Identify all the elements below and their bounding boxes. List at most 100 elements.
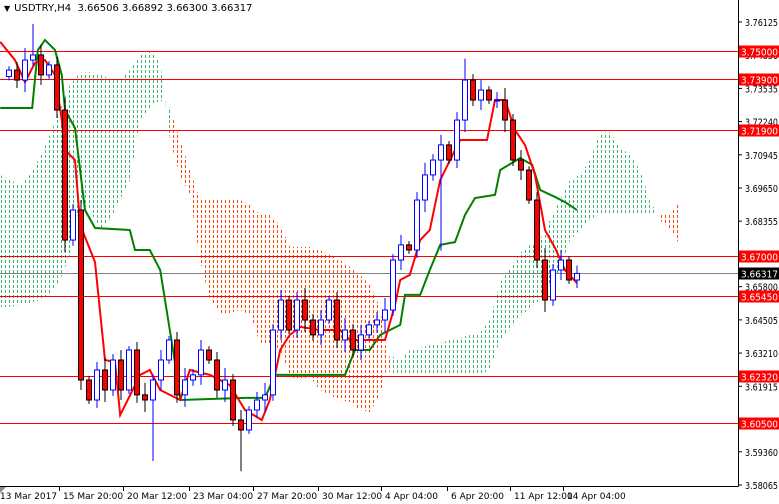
candle-body [382, 309, 388, 321]
candle-body [302, 299, 308, 321]
candle-body [494, 99, 500, 102]
cloud-segment-bearish [670, 200, 680, 245]
cloud-segment-bullish [620, 146, 630, 215]
candle-body [230, 379, 236, 421]
bearish-candle [534, 192, 540, 268]
cloud-segment-bullish [410, 347, 420, 375]
candle-body [318, 319, 324, 336]
candle-body [254, 399, 260, 411]
candle-body [398, 244, 404, 261]
y-tick-label: 3.61915 [745, 382, 778, 393]
bullish-candle [70, 204, 76, 246]
candle-body [14, 69, 20, 81]
dropdown-triangle-icon[interactable]: ▼ [4, 4, 10, 13]
x-tick-label: 30 Mar 12:00 [322, 492, 382, 502]
y-tick-label: 3.63210 [745, 349, 778, 360]
candle-body [558, 259, 564, 271]
level-label: 3.65450 [741, 293, 778, 304]
bullish-candle [270, 324, 276, 401]
candle-body [566, 259, 572, 281]
candle-body [470, 79, 476, 101]
candle-body [238, 419, 244, 431]
chart-window[interactable]: 3.761253.748303.735353.722403.709453.696… [0, 0, 779, 504]
cloud-segment-bullish [420, 344, 430, 375]
cloud-segment-bullish [600, 132, 610, 215]
bullish-candle [462, 58, 468, 133]
cloud-segment-bearish [660, 214, 670, 231]
candle-body [294, 299, 300, 331]
candle-body [478, 89, 484, 101]
bearish-candle [86, 376, 92, 404]
candle-body [6, 69, 12, 77]
candle-body [62, 109, 68, 241]
bullish-candle [454, 112, 460, 168]
x-tick-label: 20 Mar 12:00 [127, 492, 187, 502]
cloud-segment-bullish [510, 253, 520, 331]
cloud-segment-bullish [450, 337, 460, 375]
x-tick-label: 27 Mar 20:00 [257, 492, 317, 502]
cloud-segment-bullish [610, 132, 620, 215]
cloud-segment-bullish [460, 334, 470, 375]
candle-body [70, 209, 76, 241]
bearish-candle [510, 114, 516, 166]
cloud-segment-bullish [30, 156, 40, 304]
candle-body [86, 379, 92, 401]
cloud-segment-bullish [640, 170, 650, 215]
candle-body [134, 349, 140, 396]
candle-body [46, 64, 52, 76]
candle-body [286, 299, 292, 331]
bearish-candle [214, 352, 220, 398]
bearish-candle [230, 374, 236, 426]
candle-body [214, 359, 220, 391]
bullish-candle [254, 392, 260, 418]
x-tick-label: 6 Apr 20:00 [451, 492, 504, 502]
cloud-segment-bearish [260, 214, 270, 344]
bearish-candle [566, 256, 572, 284]
x-tick-label: 15 Mar 20:00 [63, 492, 123, 502]
candle-body [574, 272, 580, 281]
candle-body [462, 79, 468, 121]
level-label: 3.75000 [741, 48, 778, 59]
bearish-candle [54, 56, 60, 119]
candle-body [358, 334, 364, 351]
bearish-candle [406, 241, 412, 254]
cloud-segment-bullish [650, 200, 660, 221]
candle-body [446, 144, 452, 161]
bearish-candle [526, 166, 532, 204]
bullish-candle [414, 192, 420, 258]
candle-body [150, 379, 156, 401]
cloud-segment-bullish [10, 180, 20, 307]
candle-body [502, 99, 508, 121]
bearish-candle [174, 332, 180, 403]
bullish-candle [166, 336, 172, 364]
bearish-candle [118, 349, 124, 400]
bearish-candle [206, 346, 212, 364]
level-label: 3.62320 [741, 373, 778, 384]
cloud-segment-bullish [400, 349, 410, 375]
price-chart[interactable]: 3.761253.748303.735353.722403.709453.696… [0, 0, 779, 504]
cloud-segment-bearish [200, 200, 210, 301]
cloud-segment-bearish [170, 108, 180, 175]
candle-body [158, 359, 164, 381]
candle-body [262, 394, 268, 401]
cloud-segment-bullish [520, 244, 530, 317]
price-badges: 3.75000 3.73900 3.71900 3.67000 3.65450 3.623… [739, 45, 779, 431]
cloud-segment-bearish [180, 140, 190, 195]
cloud-segment-bearish [310, 246, 320, 390]
level-label: 3.71900 [741, 127, 778, 138]
candle-body [406, 244, 412, 251]
bearish-candle [502, 88, 508, 133]
bullish-candle [222, 367, 228, 403]
candle-body [334, 299, 340, 341]
y-tick-label: 3.58065 [745, 481, 778, 492]
candle-body [342, 329, 348, 341]
candle-body [390, 259, 396, 311]
bullish-candle [550, 264, 556, 306]
candle-body [174, 339, 180, 396]
bearish-candle [470, 74, 476, 106]
bullish-candle [126, 346, 132, 394]
candle-body [510, 119, 516, 161]
candle-body [166, 339, 172, 361]
bullish-candle [158, 349, 164, 390]
candle-body [22, 59, 28, 81]
